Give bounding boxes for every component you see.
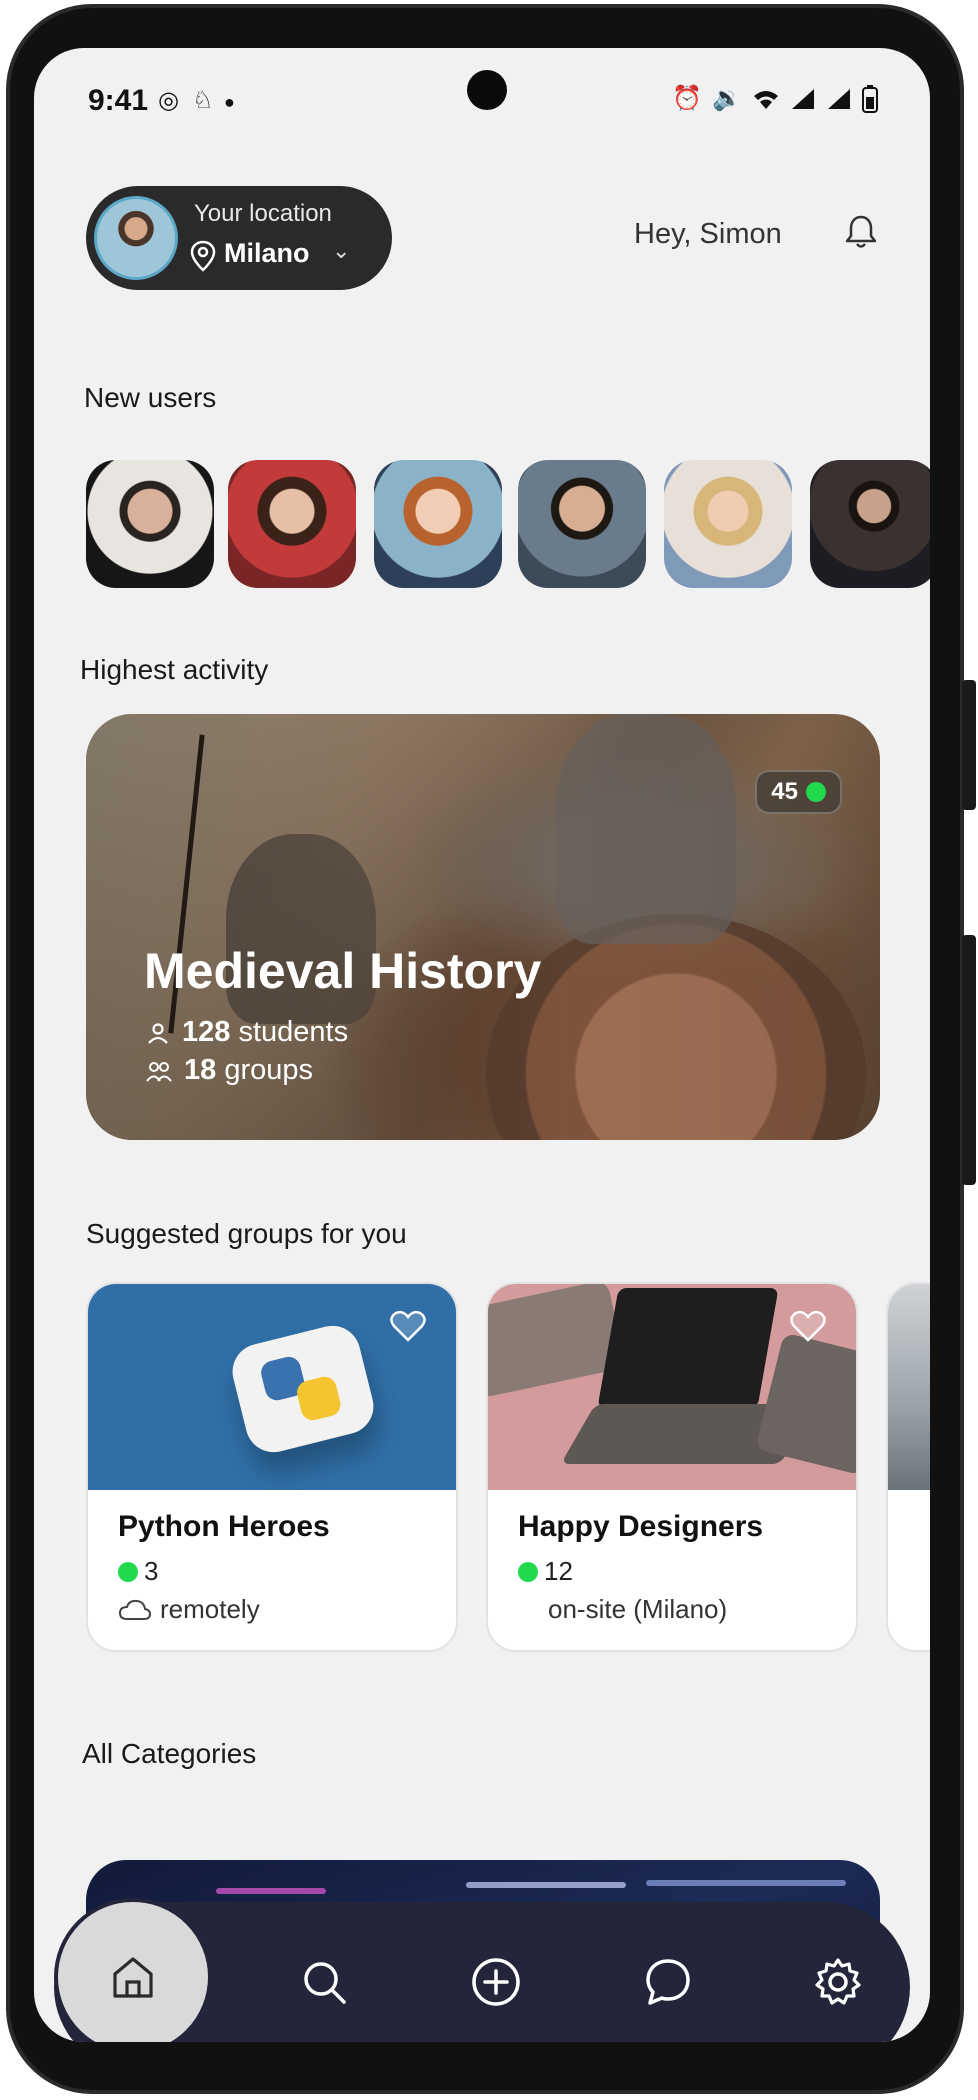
system-icons: ⏰ 🔉	[672, 84, 878, 113]
python-logo-tile	[226, 1319, 380, 1459]
group-image	[888, 1284, 930, 1490]
students-label: students	[238, 1016, 349, 1048]
front-camera	[467, 70, 507, 110]
chat-icon	[646, 1959, 690, 2005]
nav-add-button[interactable]	[456, 1942, 536, 2022]
new-users-list	[86, 460, 930, 590]
user-avatar-3[interactable]	[374, 460, 502, 588]
wifi-icon	[754, 90, 778, 109]
group-count-value: 3	[144, 1556, 159, 1586]
snapchat-icon: ♘	[192, 87, 214, 114]
groups-label: groups	[224, 1054, 313, 1086]
user-avatar-4[interactable]	[518, 460, 646, 588]
new-users-title: New users	[84, 382, 217, 413]
highest-activity-card[interactable]: 45 Medieval History 128 students 18 grou…	[86, 714, 880, 1140]
code-line	[216, 1888, 326, 1894]
heart-icon[interactable]	[790, 1310, 826, 1342]
nav-home-button[interactable]	[54, 1898, 212, 2042]
nav-search-button[interactable]	[284, 1942, 364, 2022]
location-selector[interactable]: Your location Milano ⌄	[86, 186, 392, 290]
location-label: Your location	[194, 200, 332, 227]
location-city: Milano	[224, 238, 310, 268]
greeting-text: Hey, Simon	[634, 218, 782, 250]
laptop-screen	[597, 1288, 779, 1408]
add-circle-icon	[472, 1958, 520, 2006]
whatsapp-icon: ◎	[158, 87, 179, 114]
power-button	[962, 935, 976, 1185]
code-line	[466, 1882, 626, 1888]
bell-icon[interactable]	[844, 214, 878, 250]
group-mode: on-site (Milano)	[548, 1594, 727, 1625]
online-dot-icon	[518, 1561, 538, 1582]
group-title: Happy Designers	[518, 1510, 764, 1543]
map-pin-icon	[190, 240, 216, 272]
group-icon	[146, 1061, 172, 1082]
group-member-count: 3	[118, 1556, 158, 1587]
online-count: 45	[771, 778, 798, 805]
nav-settings-button[interactable]	[798, 1942, 878, 2022]
groups-meta: 18 groups	[146, 1054, 313, 1087]
suggested-groups-title: Suggested groups for you	[86, 1218, 407, 1249]
online-dot-icon	[118, 1561, 138, 1582]
online-count-badge: 45	[755, 770, 842, 814]
user-avatar-1[interactable]	[86, 460, 214, 588]
group-count-value: 12	[544, 1556, 573, 1586]
user-icon	[148, 1022, 168, 1044]
nav-chat-button[interactable]	[628, 1942, 708, 2022]
status-bar: 9:41 ◎ ♘ ● ⏰ 🔉	[34, 48, 930, 158]
user-avatar-2[interactable]	[228, 460, 356, 588]
group-mode: remotely	[118, 1594, 260, 1625]
python-logo-yellow	[294, 1374, 344, 1423]
app-screen: 9:41 ◎ ♘ ● ⏰ 🔉 Your location Milano ⌄ He…	[34, 48, 930, 2042]
user-avatar-5[interactable]	[664, 460, 792, 588]
groups-count: 18	[184, 1054, 217, 1086]
alarm-icon: ⏰	[672, 85, 703, 112]
group-card[interactable]: Python Heroes 3 remotely	[86, 1282, 458, 1652]
chevron-down-icon: ⌄	[332, 238, 351, 263]
group-member-count: 12	[518, 1556, 573, 1587]
students-count: 128	[182, 1016, 231, 1048]
notification-dot-icon: ●	[224, 92, 235, 112]
group-card[interactable]: Happy Designers 12 on-site (Milano)	[486, 1282, 858, 1652]
bottom-nav	[54, 1898, 910, 2042]
group-mode-text: remotely	[160, 1594, 260, 1624]
signal-2-icon	[828, 88, 850, 109]
all-categories-title: All Categories	[82, 1738, 257, 1769]
highest-activity-title: Highest activity	[80, 654, 269, 685]
volume-button	[962, 680, 976, 810]
signal-icon	[792, 88, 814, 109]
code-line	[646, 1880, 846, 1886]
card-title: Medieval History	[144, 943, 542, 999]
suggested-groups-list: Python Heroes 3 remotely Happy Designers	[86, 1282, 930, 1652]
group-card-partial[interactable]	[886, 1282, 930, 1652]
heart-icon[interactable]	[390, 1310, 426, 1342]
avatar[interactable]	[94, 196, 178, 280]
group-title: Python Heroes	[118, 1510, 330, 1543]
settings-icon	[815, 1958, 861, 2005]
user-avatar-6[interactable]	[810, 460, 930, 588]
cloud-icon	[118, 1599, 152, 1620]
search-icon	[304, 1962, 346, 2004]
volume-icon: 🔉	[712, 85, 742, 112]
online-dot-icon	[806, 782, 826, 802]
status-time: 9:41	[88, 84, 149, 117]
home-icon	[113, 1957, 153, 1998]
battery-icon	[862, 84, 878, 113]
students-meta: 128 students	[146, 1016, 348, 1049]
group-mode-text: on-site (Milano)	[548, 1594, 728, 1624]
